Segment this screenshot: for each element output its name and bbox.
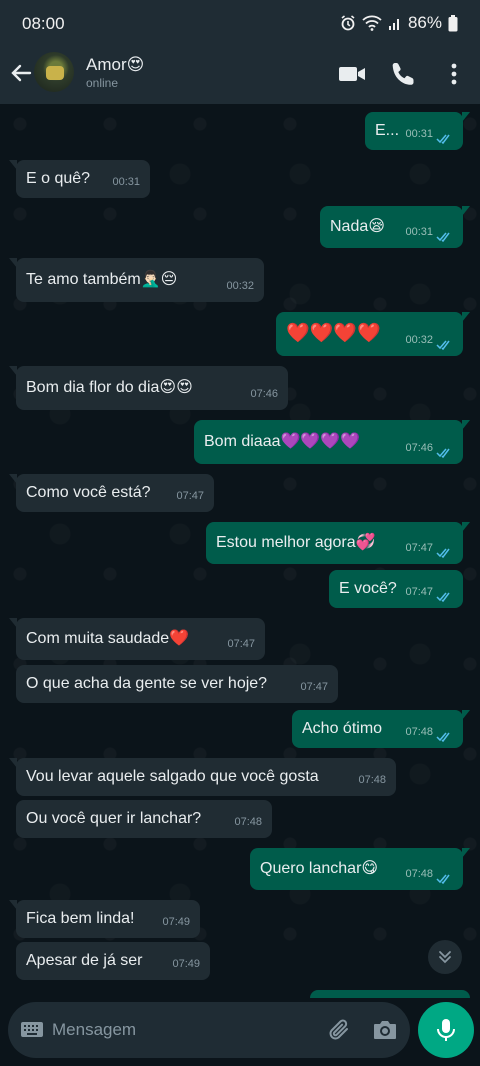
voice-message-button[interactable] xyxy=(418,1002,474,1058)
alarm-icon xyxy=(341,15,355,31)
message-incoming[interactable]: Fica bem linda! 07:49 xyxy=(9,900,200,938)
more-options-icon[interactable] xyxy=(440,60,468,88)
message-text: E você? xyxy=(339,580,397,597)
message-outgoing[interactable]: Estou melhor agora💞 07:47 xyxy=(206,522,470,564)
message-text: Apesar de já ser xyxy=(26,952,143,969)
read-ticks-icon xyxy=(436,134,450,144)
message-time: 00:32 xyxy=(226,280,254,292)
read-ticks-icon xyxy=(436,874,450,884)
message-input[interactable]: Mensagem xyxy=(52,1020,136,1040)
message-outgoing-partial[interactable] xyxy=(310,990,470,998)
message-time: 07:49 xyxy=(162,916,190,928)
status-time: 08:00 xyxy=(22,14,65,33)
camera-icon[interactable] xyxy=(372,1018,398,1042)
message-time: 07:47 xyxy=(227,638,255,650)
message-incoming[interactable]: Com muita saudade❤️ 07:47 xyxy=(9,618,265,660)
message-time: 07:47 xyxy=(176,490,204,502)
message-text: Com muita saudade❤️ xyxy=(26,630,190,647)
microphone-icon xyxy=(437,1019,455,1041)
message-time: 07:48 xyxy=(234,816,262,828)
message-text: Vou levar aquele salgado que você gosta xyxy=(26,768,319,785)
message-outgoing[interactable]: ❤️❤️❤️❤️ 00:32 xyxy=(276,312,470,356)
wifi-icon xyxy=(362,15,382,31)
message-text: ❤️❤️❤️❤️ xyxy=(286,323,381,344)
message-time: 07:47 xyxy=(405,586,433,598)
message-input-bar: Mensagem xyxy=(8,1002,410,1058)
message-text: Ou você quer ir lanchar? xyxy=(26,810,202,827)
message-text: Te amo também🤦🏻‍♂️😔 xyxy=(26,271,178,288)
message-text: E... xyxy=(375,122,400,139)
message-time: 00:31 xyxy=(112,176,140,188)
message-incoming[interactable]: Apesar de já ser 07:49 xyxy=(16,942,210,980)
message-incoming[interactable]: Vou levar aquele salgado que você gosta … xyxy=(9,758,396,796)
read-ticks-icon xyxy=(436,232,450,242)
message-outgoing[interactable]: E você? 07:47 xyxy=(329,570,463,608)
double-chevron-down-icon xyxy=(439,951,451,964)
scroll-to-bottom-button[interactable] xyxy=(428,940,462,974)
signal-icon xyxy=(388,19,399,30)
message-outgoing[interactable]: E... 00:31 xyxy=(365,112,470,150)
message-outgoing[interactable]: Quero lanchar😋 07:48 xyxy=(250,848,470,890)
message-text: E o quê? xyxy=(26,170,91,187)
message-incoming[interactable]: Como você está? 07:47 xyxy=(9,474,214,512)
read-ticks-icon xyxy=(436,448,450,458)
read-ticks-icon xyxy=(436,548,450,558)
message-incoming[interactable]: Te amo também🤦🏻‍♂️😔 00:32 xyxy=(9,258,264,302)
message-incoming[interactable]: E o quê? 00:31 xyxy=(9,160,150,198)
message-text: O que acha da gente se ver hoje? xyxy=(26,675,268,692)
read-ticks-icon xyxy=(436,592,450,602)
battery-percentage: 86% xyxy=(407,13,442,32)
message-outgoing[interactable]: Bom diaaa💜💜💜💜 07:46 xyxy=(194,420,470,464)
attach-icon[interactable] xyxy=(326,1016,354,1044)
message-incoming[interactable]: Ou você quer ir lanchar? 07:48 xyxy=(16,800,272,838)
message-time: 07:49 xyxy=(172,958,200,970)
message-time: 07:47 xyxy=(405,542,433,554)
message-outgoing[interactable]: Acho ótimo 07:48 xyxy=(292,710,470,748)
chat-messages[interactable]: E... 00:31 E o quê? 00:31 Nada😪 00:31 Te… xyxy=(0,104,480,998)
status-bar: 08:00 86% xyxy=(0,0,480,46)
message-text: Acho ótimo xyxy=(302,720,383,737)
video-call-icon[interactable] xyxy=(338,60,366,88)
contact-name[interactable]: Amor😍 xyxy=(86,55,144,75)
keyboard-icon[interactable] xyxy=(20,1020,44,1040)
message-time: 07:48 xyxy=(405,868,433,880)
message-text: Como você está? xyxy=(26,484,151,501)
message-text: Quero lanchar😋 xyxy=(260,860,379,877)
status-icons: 86% xyxy=(340,13,458,33)
message-time: 07:46 xyxy=(405,442,433,454)
message-time: 00:31 xyxy=(405,226,433,238)
message-text: Bom dia flor do dia😍😍 xyxy=(26,379,193,396)
message-incoming[interactable]: Bom dia flor do dia😍😍 07:46 xyxy=(9,366,288,410)
message-time: 00:31 xyxy=(405,128,433,140)
message-text: Bom diaaa💜💜💜💜 xyxy=(204,433,361,450)
message-incoming[interactable]: O que acha da gente se ver hoje? 07:47 xyxy=(16,665,338,703)
message-time: 07:48 xyxy=(405,726,433,738)
message-time: 07:48 xyxy=(358,774,386,786)
message-text: Nada😪 xyxy=(330,218,385,235)
voice-call-icon[interactable] xyxy=(390,60,418,88)
message-time: 07:46 xyxy=(250,388,278,400)
message-time: 07:47 xyxy=(300,681,328,693)
read-ticks-icon xyxy=(436,340,450,350)
battery-icon xyxy=(448,14,458,31)
message-text: Fica bem linda! xyxy=(26,910,135,927)
read-ticks-icon xyxy=(436,732,450,742)
contact-status: online xyxy=(86,76,119,90)
contact-avatar[interactable] xyxy=(34,52,74,92)
message-text: Estou melhor agora💞 xyxy=(216,534,376,551)
back-arrow-icon[interactable] xyxy=(8,60,34,86)
chat-header: Amor😍 online xyxy=(0,46,480,104)
message-time: 00:32 xyxy=(405,334,433,346)
message-outgoing[interactable]: Nada😪 00:31 xyxy=(320,206,470,248)
